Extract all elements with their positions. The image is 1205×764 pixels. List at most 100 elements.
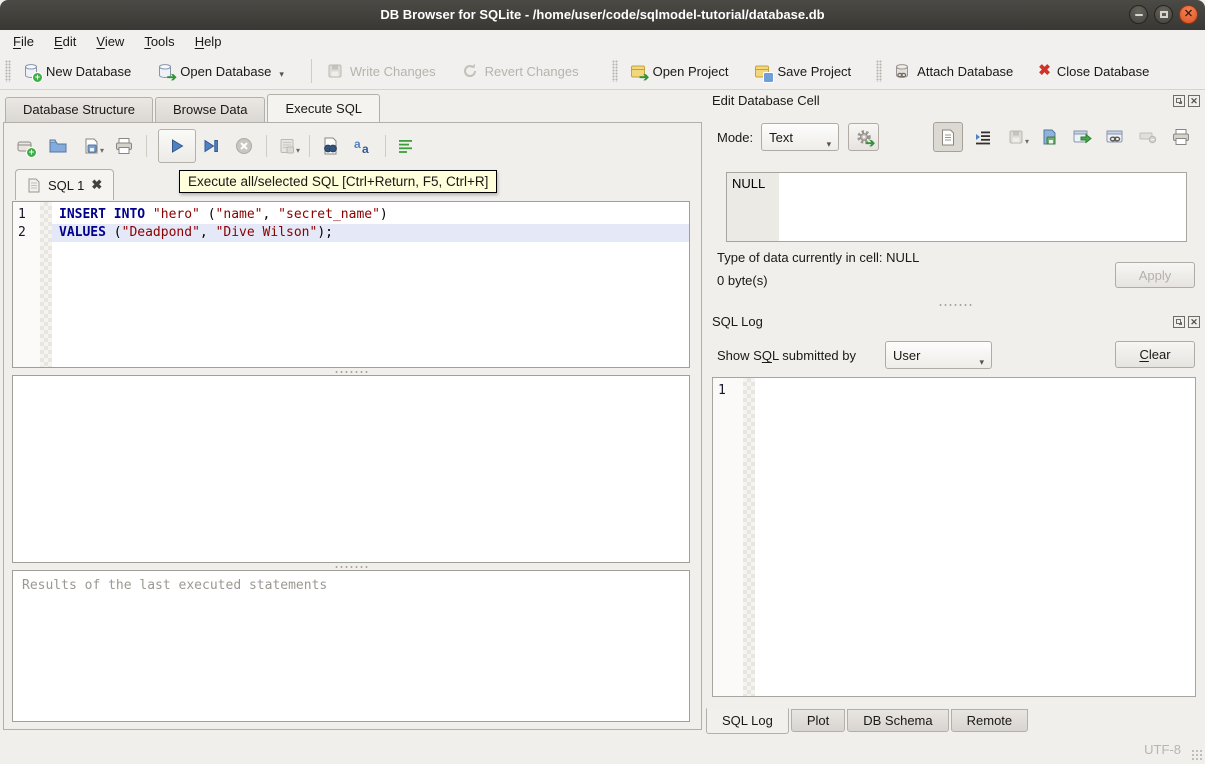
execute-all-button[interactable] [158, 129, 196, 163]
open-project-button[interactable]: ➔ Open Project [623, 59, 735, 83]
word-wrap-button[interactable] [395, 135, 417, 157]
edit-cell-title: Edit Database Cell [712, 93, 820, 108]
open-database-button[interactable]: ➔ Open Database ▾ [150, 59, 290, 83]
sql-document-tab[interactable]: SQL 1 ✖ [15, 169, 114, 200]
execute-all-icon [168, 137, 186, 155]
open-file-icon [48, 136, 68, 156]
close-dock-button[interactable]: ✕ [1188, 95, 1200, 107]
format-identifiers-button[interactable]: aa [352, 135, 374, 157]
execute-current-line-button[interactable] [200, 135, 222, 157]
close-icon: ✕ [1184, 9, 1193, 20]
tab-sql-log[interactable]: SQL Log [706, 708, 789, 734]
print-button[interactable] [113, 135, 135, 157]
clear-button[interactable]: Clear [1115, 341, 1195, 368]
new-database-button[interactable]: + New Database [16, 59, 137, 83]
write-changes-label: Write Changes [350, 64, 436, 79]
revert-changes-button[interactable]: Revert Changes [455, 59, 585, 83]
results-message: Results of the last executed statements [12, 570, 690, 722]
code-line[interactable]: VALUES ("Deadpond", "Dive Wilson"); [52, 224, 689, 242]
mode-row: Mode: Text ▾ ➔ [717, 123, 879, 151]
set-null-button[interactable] [1137, 126, 1159, 148]
line-number-gutter: 12 [13, 202, 40, 367]
menu-bar: File Edit View Tools Help [0, 30, 1205, 53]
close-icon: ✕ [1190, 318, 1198, 327]
tab-execute-sql[interactable]: Execute SQL [267, 94, 380, 122]
title-bar: DB Browser for SQLite - /home/user/code/… [0, 0, 1205, 30]
save-results-button[interactable]: ▾ [276, 135, 298, 157]
open-sql-file-button[interactable] [47, 135, 69, 157]
apply-button[interactable]: Apply [1115, 262, 1195, 288]
tab-browse-data[interactable]: Browse Data [155, 97, 265, 122]
filter-value: User [893, 348, 920, 363]
database-new-icon: + [22, 62, 40, 80]
find-replace-icon [320, 136, 340, 156]
sql-log-title: SQL Log [712, 314, 763, 329]
print-icon [114, 136, 134, 156]
mode-select[interactable]: Text ▾ [761, 123, 839, 151]
svg-text:a: a [354, 137, 361, 151]
window-title: DB Browser for SQLite - /home/user/code/… [0, 0, 1205, 30]
menu-help[interactable]: Help [185, 31, 232, 52]
save-cell-button[interactable]: ▾ [1005, 126, 1027, 148]
fold-margin [40, 202, 52, 367]
find-replace-button[interactable] [319, 135, 341, 157]
close-database-button[interactable]: ✖ Close Database [1032, 59, 1155, 83]
word-wrap-cell-button[interactable] [972, 126, 994, 148]
toolbar-drag-handle[interactable] [876, 60, 882, 82]
sql-code[interactable]: INSERT INTO "hero" ("name", "secret_name… [52, 202, 689, 367]
cell-editor-toolbar: ▾ [933, 123, 1203, 151]
mode-label: Mode: [717, 130, 753, 145]
save-sql-file-button[interactable]: ▾ [80, 135, 102, 157]
splitter-handle[interactable] [725, 301, 1185, 308]
write-changes-button[interactable]: Write Changes [320, 59, 442, 83]
close-tab-icon[interactable]: ✖ [91, 177, 102, 193]
save-icon: ▾ [1007, 128, 1025, 146]
submitted-by-select[interactable]: User ▾ [885, 341, 992, 369]
code-line[interactable]: INSERT INTO "hero" ("name", "secret_name… [52, 206, 689, 224]
clear-label: Clear [1139, 347, 1170, 362]
menu-tools[interactable]: Tools [134, 31, 184, 52]
resize-grip[interactable] [1191, 749, 1202, 760]
main-tab-bar: Database Structure Browse Data Execute S… [5, 94, 382, 122]
splitter-handle[interactable] [12, 368, 690, 375]
cell-editor[interactable]: NULL [726, 172, 1187, 242]
minimize-button[interactable] [1129, 5, 1148, 24]
tab-plot[interactable]: Plot [791, 709, 845, 732]
main-toolbar: + New Database ➔ Open Database ▾ Write C… [0, 53, 1205, 90]
chevron-down-icon: ▾ [100, 146, 104, 155]
chevron-down-icon: ▾ [979, 357, 984, 368]
mode-value: Text [769, 130, 793, 145]
link-data-button[interactable] [1104, 126, 1126, 148]
float-dock-button[interactable] [1173, 316, 1185, 328]
splitter-handle[interactable] [12, 563, 690, 570]
menu-file[interactable]: File [3, 31, 44, 52]
results-grid[interactable] [12, 375, 690, 563]
export-data-button[interactable] [1071, 126, 1093, 148]
stop-button[interactable] [233, 135, 255, 157]
toolbar-drag-handle[interactable] [612, 60, 618, 82]
float-dock-button[interactable] [1173, 95, 1185, 107]
maximize-button[interactable] [1154, 5, 1173, 24]
open-tab-button[interactable]: + [14, 135, 36, 157]
toolbar-separator [309, 135, 310, 157]
print-cell-button[interactable] [1170, 126, 1192, 148]
import-data-button[interactable] [1038, 126, 1060, 148]
attach-database-button[interactable]: Attach Database [887, 59, 1019, 83]
auto-apply-button[interactable]: ➔ [848, 123, 879, 151]
chevron-down-icon: ▾ [1025, 137, 1029, 146]
toolbar-drag-handle[interactable] [5, 60, 11, 82]
encoding-indicator[interactable]: UTF-8 [1144, 742, 1181, 757]
text-mode-button[interactable] [933, 122, 963, 152]
tab-database-structure[interactable]: Database Structure [5, 97, 153, 122]
sql-log-view[interactable]: 1 [712, 377, 1196, 697]
close-dock-button[interactable]: ✕ [1188, 316, 1200, 328]
menu-view[interactable]: View [86, 31, 134, 52]
sql-editor[interactable]: 12 INSERT INTO "hero" ("name", "secret_n… [12, 201, 690, 368]
tab-remote[interactable]: Remote [951, 709, 1029, 732]
menu-edit[interactable]: Edit [44, 31, 86, 52]
chevron-down-icon[interactable]: ▾ [279, 69, 284, 80]
attach-database-label: Attach Database [917, 64, 1013, 79]
close-button[interactable]: ✕ [1179, 5, 1198, 24]
save-project-button[interactable]: Save Project [747, 59, 857, 83]
tab-db-schema[interactable]: DB Schema [847, 709, 948, 732]
